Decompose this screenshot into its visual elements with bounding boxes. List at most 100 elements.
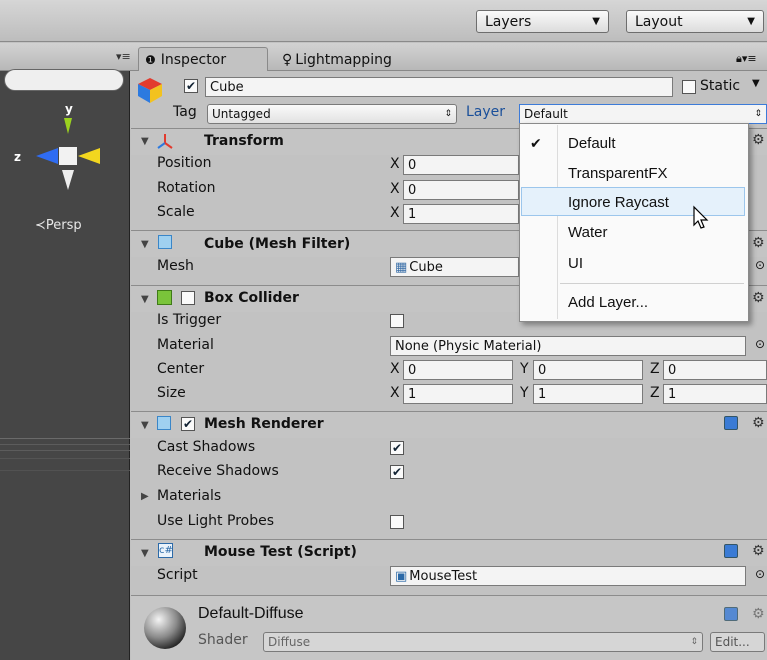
shader-dropdown[interactable]: Diffuse ⇕ <box>263 632 703 652</box>
fold-arrow-icon[interactable]: ▼ <box>141 548 149 559</box>
gear-icon[interactable]: ⚙ <box>752 235 765 251</box>
center-x-field[interactable]: 0 <box>403 360 513 380</box>
tab-inspector[interactable]: ❶ Inspector <box>138 47 268 72</box>
gizmo-y-cone <box>64 118 72 134</box>
layer-dropdown[interactable]: Default ⇕ <box>519 104 767 124</box>
updown-icon: ⇕ <box>690 637 698 647</box>
grid-line <box>0 458 130 459</box>
center-z-field[interactable]: 0 <box>663 360 767 380</box>
tag-label: Tag <box>173 104 197 120</box>
collider-icon <box>157 290 172 305</box>
scale-x-field[interactable]: 1 <box>403 204 519 224</box>
physic-material-field[interactable]: None (Physic Material) <box>390 336 746 356</box>
horizon-line <box>0 438 130 439</box>
tab-lightmapping-label: Lightmapping <box>295 51 392 68</box>
is-trigger-label: Is Trigger <box>157 312 222 328</box>
chevron-down-icon: ▼ <box>592 16 600 27</box>
transform-title: Transform <box>204 133 284 149</box>
panel-menu-icon[interactable]: ▾≡ <box>116 50 131 63</box>
position-x-field[interactable]: 0 <box>403 155 519 175</box>
chevron-down-icon: ▼ <box>747 16 755 27</box>
updown-icon: ⇕ <box>754 109 762 119</box>
object-picker-icon[interactable]: ⊙ <box>755 567 765 581</box>
scene-search-input[interactable] <box>4 69 124 91</box>
size-z-field[interactable]: 1 <box>663 384 767 404</box>
shader-edit-button[interactable]: Edit... <box>710 632 765 652</box>
position-label: Position <box>157 155 212 171</box>
tag-dropdown[interactable]: Untagged ⇕ <box>207 104 457 124</box>
checkmark-icon: ✔ <box>530 136 542 152</box>
gear-icon[interactable]: ⚙ <box>752 415 765 431</box>
help-book-icon[interactable] <box>724 544 738 558</box>
script-icon: c# <box>158 543 173 558</box>
mesh-renderer-title: Mesh Renderer <box>204 416 324 432</box>
info-icon: ❶ <box>145 53 156 67</box>
gear-icon[interactable]: ⚙ <box>752 543 765 559</box>
layout-dropdown[interactable]: Layout ▼ <box>626 10 764 33</box>
fold-arrow-right-icon[interactable]: ▶ <box>141 491 149 502</box>
layer-menu-item-ignore-raycast[interactable]: Ignore Raycast <box>568 194 669 211</box>
use-light-probes-checkbox[interactable] <box>390 515 404 529</box>
box-collider-title: Box Collider <box>204 290 299 306</box>
menu-gutter <box>557 125 558 319</box>
axis-y-label: y <box>65 102 73 116</box>
layer-menu-item-default[interactable]: Default <box>568 135 616 152</box>
grid-line <box>0 450 130 451</box>
x-label: X <box>390 361 400 377</box>
layers-dropdown-label: Layers <box>485 13 532 30</box>
mesh-renderer-enabled-checkbox[interactable]: ✔ <box>181 417 195 431</box>
grid-icon: ▦ <box>395 259 408 275</box>
fold-arrow-icon[interactable]: ▼ <box>141 294 149 305</box>
layer-value: Default <box>524 107 568 121</box>
tab-lightmapping[interactable]: ♀ Lightmapping <box>276 47 406 72</box>
chevron-down-icon[interactable]: ▼ <box>752 78 760 89</box>
gear-icon[interactable]: ⚙ <box>752 290 765 306</box>
z-label: Z <box>650 385 660 401</box>
size-x-field[interactable]: 1 <box>403 384 513 404</box>
box-collider-enabled-checkbox[interactable] <box>181 291 195 305</box>
layer-menu-item-water[interactable]: Water <box>568 224 607 241</box>
material-name: Default-Diffuse <box>198 605 304 622</box>
static-checkbox[interactable] <box>682 80 696 94</box>
is-trigger-checkbox[interactable] <box>390 314 404 328</box>
fold-arrow-icon[interactable]: ▼ <box>141 136 149 147</box>
fold-arrow-icon[interactable]: ▼ <box>141 239 149 250</box>
size-y-field[interactable]: 1 <box>533 384 643 404</box>
layer-menu-item-add-layer[interactable]: Add Layer... <box>568 294 648 311</box>
active-checkbox[interactable]: ✔ <box>184 79 198 93</box>
cast-shadows-checkbox[interactable]: ✔ <box>390 441 404 455</box>
script-label: Script <box>157 567 198 583</box>
object-picker-icon[interactable]: ⊙ <box>755 337 765 351</box>
gizmo-neg-y-cone <box>62 170 74 190</box>
help-book-icon[interactable] <box>724 416 738 430</box>
mesh-field[interactable]: ▦ Cube <box>390 257 519 277</box>
scene-header <box>0 43 130 71</box>
fold-arrow-icon[interactable]: ▼ <box>141 420 149 431</box>
layers-dropdown[interactable]: Layers ▼ <box>476 10 609 33</box>
layer-label: Layer <box>466 104 506 120</box>
center-y-field[interactable]: 0 <box>533 360 643 380</box>
help-book-icon[interactable] <box>724 607 738 621</box>
gizmo-center-cube <box>59 147 77 165</box>
persp-label[interactable]: ≺Persp <box>35 218 82 233</box>
materials-label[interactable]: Materials <box>157 488 221 504</box>
scene-gizmo[interactable] <box>10 98 110 208</box>
layer-menu-item-transparentfx[interactable]: TransparentFX <box>568 165 668 182</box>
scale-label: Scale <box>157 204 195 220</box>
layer-menu-item-ui[interactable]: UI <box>568 255 583 272</box>
script-field[interactable]: ▣ MouseTest <box>390 566 746 586</box>
rotation-x-field[interactable]: 0 <box>403 180 519 200</box>
rotation-label: Rotation <box>157 180 216 196</box>
receive-shadows-checkbox[interactable]: ✔ <box>390 465 404 479</box>
object-picker-icon[interactable]: ⊙ <box>755 258 765 272</box>
lock-icon[interactable]: 🔒︎▾≡ <box>736 52 757 66</box>
z-label: Z <box>650 361 660 377</box>
mouse-cursor-icon <box>693 205 709 229</box>
gear-icon[interactable]: ⚙ <box>752 132 765 148</box>
grid-line <box>0 444 130 445</box>
updown-icon: ⇕ <box>444 109 452 119</box>
shader-label: Shader <box>198 632 248 648</box>
gear-icon[interactable]: ⚙ <box>752 606 765 622</box>
object-name-field[interactable]: Cube <box>205 77 673 97</box>
use-light-probes-label: Use Light Probes <box>157 513 274 529</box>
